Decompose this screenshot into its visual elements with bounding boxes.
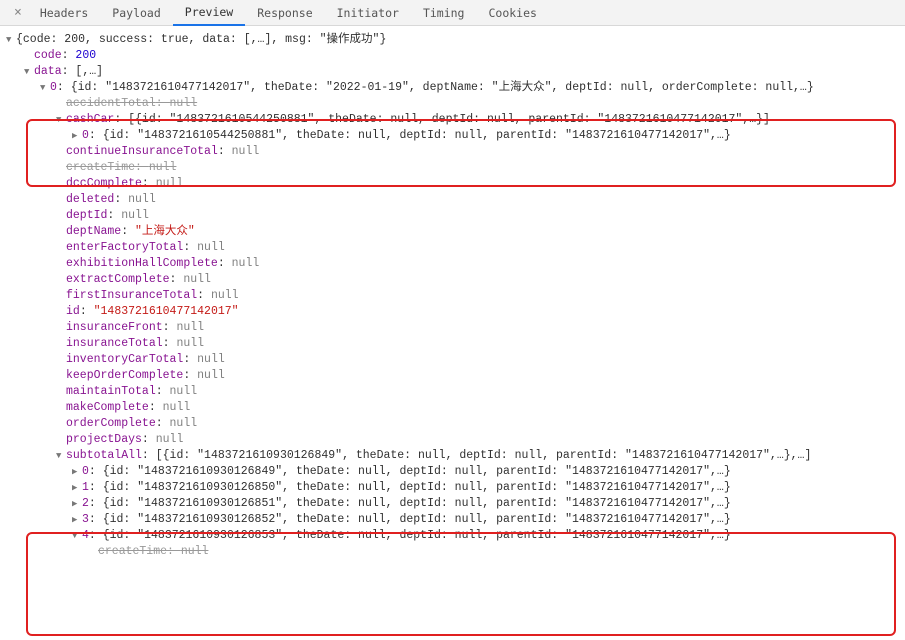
- json-preview: ▼{code: 200, success: true, data: [,…], …: [0, 26, 905, 566]
- prop-value: {id: "1483721610930126851", theDate: nul…: [103, 497, 731, 510]
- tab-response[interactable]: Response: [245, 0, 324, 26]
- prop-value: null: [176, 337, 204, 350]
- prop-key[interactable]: insuranceTotal: [66, 337, 163, 350]
- prop-key[interactable]: projectDays: [66, 433, 142, 446]
- expand-icon[interactable]: ▶: [72, 464, 82, 480]
- prop-key[interactable]: extractComplete: [66, 273, 170, 286]
- prop-value: null: [170, 417, 198, 430]
- expand-icon[interactable]: ▼: [40, 80, 50, 96]
- tab-payload[interactable]: Payload: [100, 0, 172, 26]
- prop-value: {id: "1483721610930126852", theDate: nul…: [103, 513, 731, 526]
- prop-value: null: [156, 433, 184, 446]
- prop-key[interactable]: makeComplete: [66, 401, 149, 414]
- prop-key[interactable]: deptId: [66, 209, 107, 222]
- tab-cookies[interactable]: Cookies: [476, 0, 548, 26]
- root-summary[interactable]: {code: 200, success: true, data: [,…], m…: [16, 33, 386, 46]
- prop-key[interactable]: accidentTotal: [66, 97, 156, 110]
- devtools-tabs: × Headers Payload Preview Response Initi…: [0, 0, 905, 26]
- tab-timing[interactable]: Timing: [411, 0, 477, 26]
- prop-key[interactable]: code: [34, 49, 62, 62]
- prop-value: null: [181, 545, 209, 558]
- prop-key[interactable]: inventoryCarTotal: [66, 353, 183, 366]
- prop-key[interactable]: continueInsuranceTotal: [66, 145, 218, 158]
- prop-key[interactable]: insuranceFront: [66, 321, 163, 334]
- prop-key[interactable]: 0: [50, 81, 57, 94]
- prop-key[interactable]: 1: [82, 481, 89, 494]
- prop-value: null: [176, 321, 204, 334]
- prop-key[interactable]: deleted: [66, 193, 114, 206]
- prop-key[interactable]: id: [66, 305, 80, 318]
- prop-key[interactable]: 3: [82, 513, 89, 526]
- prop-value: {id: "1483721610544250881", theDate: nul…: [103, 129, 731, 142]
- prop-value: null: [170, 97, 198, 110]
- prop-value: {id: "1483721610477142017", theDate: "20…: [71, 81, 814, 94]
- prop-key[interactable]: createTime: [66, 161, 135, 174]
- prop-key[interactable]: deptName: [66, 225, 121, 238]
- prop-value: null: [232, 145, 260, 158]
- expand-icon[interactable]: ▼: [56, 112, 66, 128]
- prop-value: {id: "1483721610930126850", theDate: nul…: [103, 481, 731, 494]
- expand-icon[interactable]: ▶: [72, 128, 82, 144]
- prop-key[interactable]: 4: [82, 529, 89, 542]
- prop-key[interactable]: dccComplete: [66, 177, 142, 190]
- prop-key[interactable]: firstInsuranceTotal: [66, 289, 197, 302]
- prop-key[interactable]: createTime: [98, 545, 167, 558]
- prop-value: null: [163, 401, 191, 414]
- prop-key[interactable]: subtotalAll: [66, 449, 142, 462]
- prop-value: {id: "1483721610930126849", theDate: nul…: [103, 465, 731, 478]
- prop-value: null: [121, 209, 149, 222]
- tab-headers[interactable]: Headers: [28, 0, 100, 26]
- expand-icon[interactable]: ▼: [72, 528, 82, 544]
- prop-value: [{id: "1483721610930126849", theDate: nu…: [156, 449, 812, 462]
- prop-key[interactable]: maintainTotal: [66, 385, 156, 398]
- prop-value: null: [232, 257, 260, 270]
- prop-key[interactable]: 0: [82, 465, 89, 478]
- expand-icon[interactable]: ▶: [72, 496, 82, 512]
- prop-value: "上海大众": [135, 225, 195, 238]
- prop-key[interactable]: 2: [82, 497, 89, 510]
- prop-value: "1483721610477142017": [94, 305, 239, 318]
- prop-value: 200: [75, 49, 96, 62]
- prop-value: [{id: "1483721610544250881", theDate: nu…: [128, 113, 770, 126]
- expand-icon[interactable]: ▼: [56, 448, 66, 464]
- expand-icon[interactable]: ▶: [72, 512, 82, 528]
- prop-key[interactable]: data: [34, 65, 62, 78]
- prop-value: null: [197, 369, 225, 382]
- expand-icon[interactable]: ▼: [6, 32, 16, 48]
- tab-initiator[interactable]: Initiator: [325, 0, 411, 26]
- prop-value: {id: "1483721610930126853", theDate: nul…: [103, 529, 731, 542]
- prop-key[interactable]: enterFactoryTotal: [66, 241, 183, 254]
- prop-value: [,…]: [75, 65, 103, 78]
- prop-value: null: [211, 289, 239, 302]
- expand-icon[interactable]: ▶: [72, 480, 82, 496]
- prop-key[interactable]: 0: [82, 129, 89, 142]
- prop-key[interactable]: orderComplete: [66, 417, 156, 430]
- prop-value: null: [197, 241, 225, 254]
- prop-value: null: [149, 161, 177, 174]
- prop-key[interactable]: exhibitionHallComplete: [66, 257, 218, 270]
- expand-icon[interactable]: ▼: [24, 64, 34, 80]
- prop-value: null: [183, 273, 211, 286]
- prop-key[interactable]: keepOrderComplete: [66, 369, 183, 382]
- prop-value: null: [170, 385, 198, 398]
- prop-value: null: [128, 193, 156, 206]
- close-icon[interactable]: ×: [8, 5, 28, 20]
- prop-value: null: [156, 177, 184, 190]
- prop-value: null: [197, 353, 225, 366]
- tab-preview[interactable]: Preview: [173, 0, 245, 26]
- prop-key[interactable]: cashCar: [66, 113, 114, 126]
